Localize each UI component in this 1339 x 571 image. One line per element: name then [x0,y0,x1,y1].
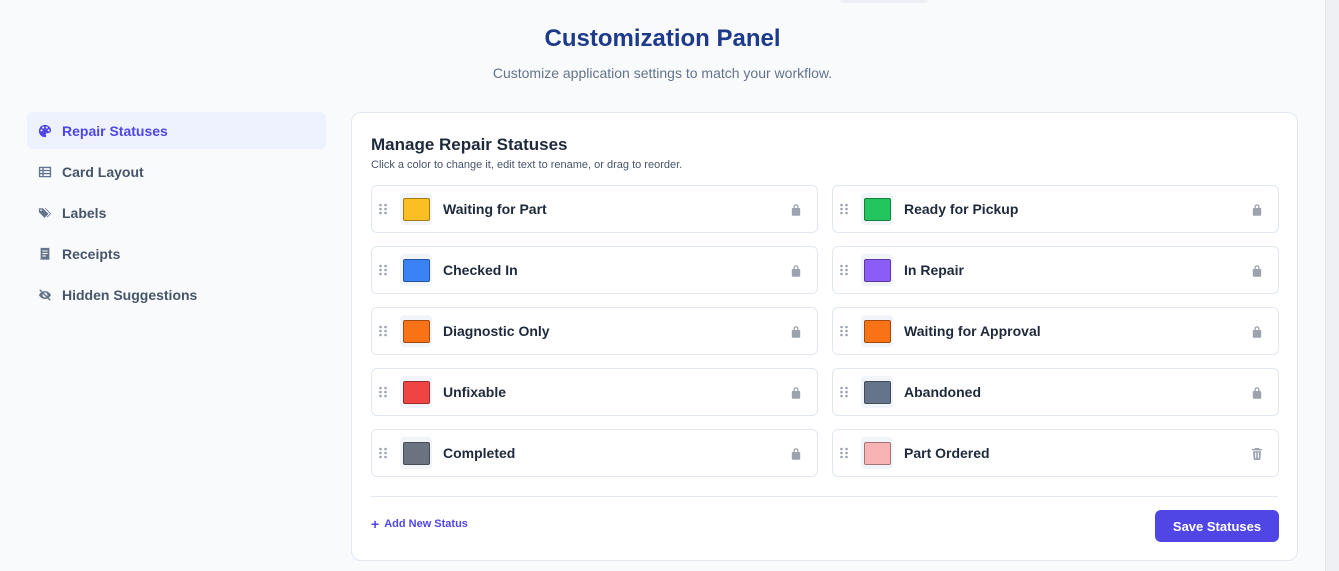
status-name[interactable]: Checked In [443,262,518,278]
status-name[interactable]: Unfixable [443,384,506,400]
sidebar-item-label: Card Layout [62,163,144,180]
drag-handle-icon[interactable] [839,201,849,217]
color-picker[interactable] [400,254,432,286]
status-name[interactable]: Part Ordered [904,445,990,461]
top-notch [840,0,928,3]
color-picker[interactable] [861,376,893,408]
color-swatch [402,380,430,404]
status-name[interactable]: Waiting for Approval [904,323,1041,339]
page-title: Customization Panel [544,25,781,52]
color-swatch [402,441,430,465]
status-item[interactable]: Checked In [371,246,818,294]
trash-icon[interactable] [1250,446,1264,460]
drag-handle-icon[interactable] [378,201,388,217]
color-picker[interactable] [861,193,893,225]
sidebar-item-label: Receipts [62,245,121,262]
status-item[interactable]: In Repair [832,246,1279,294]
receipt-icon [37,246,53,262]
lock-icon [1250,385,1264,399]
lock-icon [789,324,803,338]
color-picker[interactable] [400,315,432,347]
repair-statuses-panel: Manage Repair Statuses Click a color to … [351,112,1298,561]
status-name[interactable]: Abandoned [904,384,981,400]
panel-title: Manage Repair Statuses [371,135,568,154]
sidebar-item-label: Hidden Suggestions [62,286,198,303]
lock-icon [789,202,803,216]
sidebar-item-hidden-suggestions[interactable]: Hidden Suggestions [27,276,326,313]
color-swatch [863,319,891,343]
drag-handle-icon[interactable] [378,323,388,339]
status-item[interactable]: Waiting for Part [371,185,818,233]
color-swatch [402,197,430,221]
lock-icon [789,385,803,399]
status-item[interactable]: Abandoned [832,368,1279,416]
status-name[interactable]: Completed [443,445,515,461]
status-name[interactable]: Diagnostic Only [443,323,550,339]
status-item[interactable]: Unfixable [371,368,818,416]
drag-handle-icon[interactable] [839,445,849,461]
status-item[interactable]: Diagnostic Only [371,307,818,355]
color-picker[interactable] [861,437,893,469]
drag-handle-icon[interactable] [378,384,388,400]
color-swatch [863,441,891,465]
status-item[interactable]: Completed [371,429,818,477]
panel-hint: Click a color to change it, edit text to… [371,159,683,171]
color-picker[interactable] [861,315,893,347]
lock-icon [1250,324,1264,338]
plus-icon: + [371,515,380,532]
divider [371,496,1278,497]
sidebar-item-labels[interactable]: Labels [27,194,326,231]
sidebar-item-label: Repair Statuses [62,122,168,139]
color-picker[interactable] [400,193,432,225]
status-name[interactable]: Ready for Pickup [904,201,1018,217]
color-swatch [402,319,430,343]
status-name[interactable]: Waiting for Part [443,201,547,217]
color-swatch [863,197,891,221]
palette-icon [37,123,53,139]
sidebar-item-receipts[interactable]: Receipts [27,235,326,272]
color-swatch [863,380,891,404]
page-header: Customization Panel Customize applicatio… [0,24,1325,82]
status-item[interactable]: Part Ordered [832,429,1279,477]
drag-handle-icon[interactable] [839,323,849,339]
scrollbar-track[interactable] [1325,0,1339,571]
add-status-button[interactable]: + Add New Status [371,515,468,532]
lock-icon [789,263,803,277]
drag-handle-icon[interactable] [839,384,849,400]
eye-slash-icon [37,287,53,303]
status-item[interactable]: Waiting for Approval [832,307,1279,355]
lock-icon [789,446,803,460]
color-picker[interactable] [400,437,432,469]
add-status-label: Add New Status [384,518,468,530]
save-statuses-button[interactable]: Save Statuses [1155,510,1279,542]
color-swatch [863,258,891,282]
status-list: Waiting for Part Ready for Pickup Checke… [371,185,1279,477]
status-name[interactable]: In Repair [904,262,964,278]
lock-icon [1250,263,1264,277]
sidebar-item-card-layout[interactable]: Card Layout [27,153,326,190]
color-swatch [402,258,430,282]
table-icon [37,164,53,180]
sidebar-item-repair-statuses[interactable]: Repair Statuses [27,112,326,149]
drag-handle-icon[interactable] [839,262,849,278]
color-picker[interactable] [400,376,432,408]
drag-handle-icon[interactable] [378,445,388,461]
lock-icon [1250,202,1264,216]
sidebar: Repair Statuses Card Layout Labels Recei… [27,112,326,317]
sidebar-item-label: Labels [62,204,107,221]
page-subtitle: Customize application settings to match … [492,65,833,81]
color-picker[interactable] [861,254,893,286]
tags-icon [37,205,53,221]
drag-handle-icon[interactable] [378,262,388,278]
status-item[interactable]: Ready for Pickup [832,185,1279,233]
